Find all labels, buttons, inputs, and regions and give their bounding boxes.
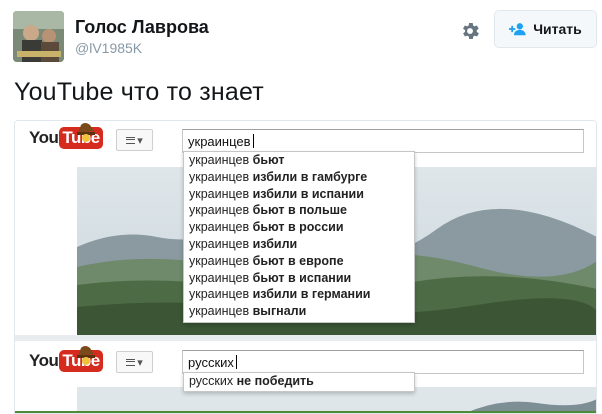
author-handle[interactable]: @lV1985K [75,40,142,56]
search-input[interactable]: украинцев [182,129,584,153]
youtube-panel-1: You Tube ▾ украинцев украинцев бьют укра… [15,121,596,341]
search-query: русских [188,354,234,370]
tweet-image[interactable]: You Tube ▾ украинцев украинцев бьют укра… [14,120,597,414]
author-avatar[interactable] [13,11,64,62]
suggestion-item[interactable]: украинцев бьют в польше [184,202,414,219]
search-input[interactable]: русских [182,350,584,374]
menu-icon [126,358,136,366]
text-caret [235,355,237,369]
youtube-logo[interactable]: You Tube [29,346,103,372]
youtube-logo[interactable]: You Tube [29,123,103,149]
suggestion-item[interactable]: украинцев бьют [184,152,414,169]
settings-gear-icon[interactable] [459,20,481,42]
suggestion-item[interactable]: украинцев бьют в россии [184,219,414,236]
suggestion-item[interactable]: украинцев бьют в испании [184,270,414,287]
guide-menu-button[interactable]: ▾ [116,351,153,373]
youtube-logo-you: You [29,128,59,147]
author-name[interactable]: Голос Лаврова [75,17,209,38]
suggestion-item[interactable]: украинцев избили в испании [184,186,414,203]
suggestion-item[interactable]: украинцев избили [184,236,414,253]
guide-menu-button[interactable]: ▾ [116,129,153,151]
menu-icon [126,136,136,144]
add-user-icon [509,23,526,36]
suggestion-item[interactable]: русских не победить [184,373,414,390]
chevron-down-icon: ▾ [137,356,143,369]
search-query: украинцев [188,133,251,149]
text-caret [252,134,254,148]
suggestion-item[interactable]: украинцев выгнали [184,303,414,320]
hat-doodle-icon [77,123,95,142]
tweet-text: YouTube что то знает [14,78,264,106]
chevron-down-icon: ▾ [137,134,143,147]
follow-button-label: Читать [533,21,582,37]
autocomplete-dropdown: украинцев бьют украинцев избили в гамбур… [183,151,415,323]
suggestion-item[interactable]: украинцев бьют в европе [184,253,414,270]
suggestion-item[interactable]: украинцев избили в гамбурге [184,169,414,186]
hat-doodle-icon [77,346,95,365]
follow-button[interactable]: Читать [494,10,597,48]
autocomplete-dropdown: русских не победить [183,372,415,392]
youtube-panel-2: You Tube ▾ русских русских не победить [15,341,596,413]
youtube-logo-you: You [29,351,59,370]
suggestion-item[interactable]: украинцев избили в германии [184,286,414,303]
